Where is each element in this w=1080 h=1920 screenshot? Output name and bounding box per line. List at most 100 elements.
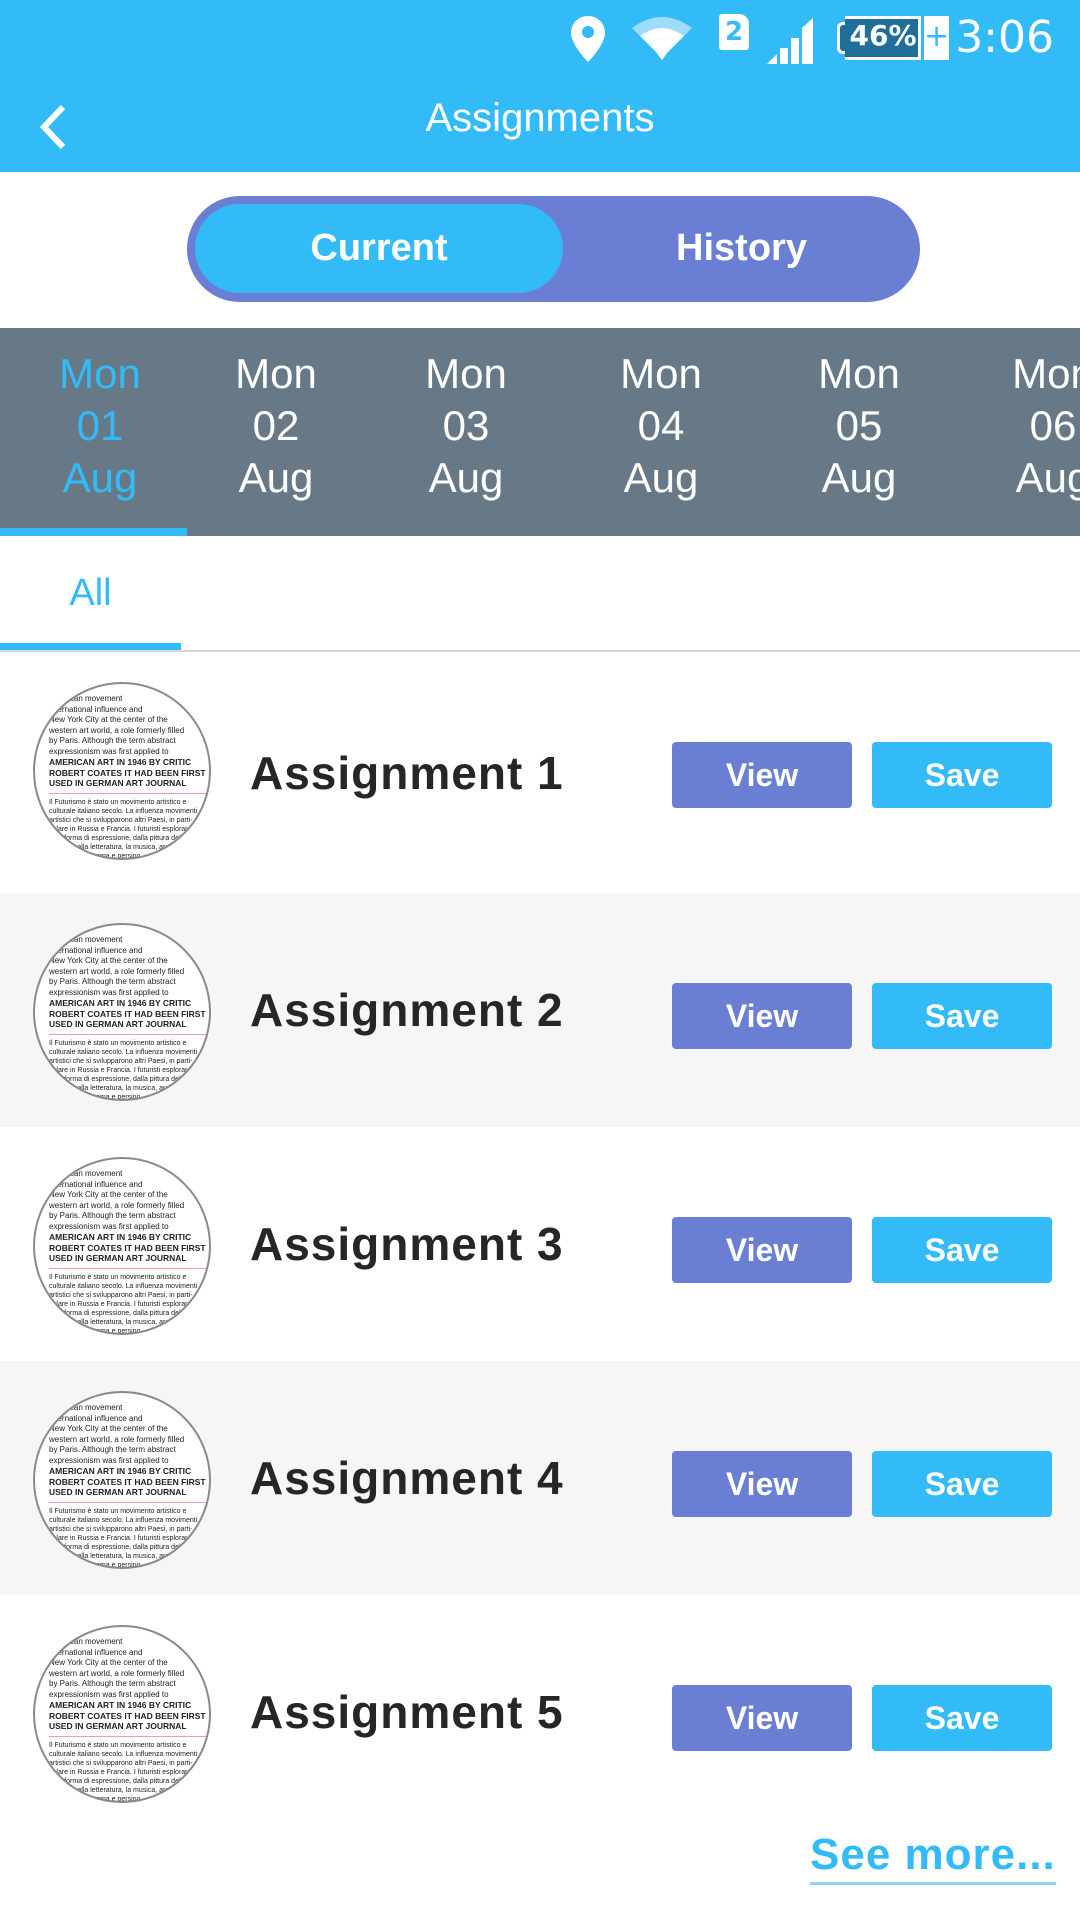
thumbnail-text-line: Il Futurismo è stato un movimento artist… xyxy=(49,1273,187,1281)
thumbnail-text-line: artistici che si svilupparono altri Paes… xyxy=(49,1525,193,1533)
thumbnail-text-line: artistici che si svilupparono altri Paes… xyxy=(49,1759,193,1767)
list-item: American movement international influence… xyxy=(0,893,1080,1127)
thumbnail-text-line: culturale italiano secolo. La influenza … xyxy=(49,1048,198,1056)
thumbnail-divider xyxy=(49,792,209,794)
thumbnail-text-line: AMERICAN ART IN 1946 BY CRITIC xyxy=(49,998,192,1008)
thumbnail-text-line: USED IN GERMAN ART JOURNAL xyxy=(49,1253,187,1263)
thumbnail-text-line: fotografia, il cinema e persino xyxy=(49,1093,141,1101)
thumbnail-divider xyxy=(49,1267,209,1269)
thumbnail-text-line: colare in Russia e Francia. I futuristi … xyxy=(49,1768,200,1776)
date-item-03[interactable]: Mon 03 Aug xyxy=(371,328,561,536)
assignment-thumbnail[interactable]: American movement international influence… xyxy=(33,682,211,860)
view-button[interactable]: View xyxy=(672,1685,852,1751)
thumbnail-text-line: New York City at the center of the xyxy=(49,1190,168,1199)
assignment-thumbnail[interactable]: American movement international influence… xyxy=(33,1625,211,1803)
tab-history[interactable]: History xyxy=(563,204,920,293)
thumbnail-text-line: scultura, alla letteratura, la musica, a… xyxy=(49,1084,195,1092)
thumbnail-text-line: USED IN GERMAN ART JOURNAL xyxy=(49,1721,187,1731)
thumbnail-text-line: American movement xyxy=(49,694,123,703)
date-item-02[interactable]: Mon 02 Aug xyxy=(181,328,371,536)
date-month: Aug xyxy=(623,454,699,501)
thumbnail-text-line: fotografia, il cinema e persino xyxy=(49,1327,141,1335)
date-month: Aug xyxy=(428,454,504,501)
thumbnail-text-line: scultura, alla letteratura, la musica, a… xyxy=(49,1552,195,1560)
assignment-title: Assignment 4 xyxy=(250,1452,564,1504)
thumbnail-text-line: New York City at the center of the xyxy=(49,715,168,724)
sim-2-icon: 2 xyxy=(719,14,749,50)
status-bar: 2 46% + 3:06 xyxy=(0,0,1080,82)
thumbnail-text-line: expressionism was first applied to xyxy=(49,746,169,756)
view-button[interactable]: View xyxy=(672,1217,852,1283)
tab-current[interactable]: Current xyxy=(195,204,563,293)
thumbnail-text-line: by Paris. Although the term abstract xyxy=(49,1679,176,1688)
page-title: Assignments xyxy=(425,96,655,140)
date-month: Aug xyxy=(1015,454,1080,501)
save-button[interactable]: Save xyxy=(872,1217,1052,1283)
thumbnail-text-line: by Paris. Although the term abstract xyxy=(49,736,176,745)
location-icon xyxy=(571,16,605,62)
date-day: Mon xyxy=(818,350,900,397)
save-button[interactable]: Save xyxy=(872,1451,1052,1517)
assignment-thumbnail[interactable]: American movement international influence… xyxy=(33,1157,211,1335)
thumbnail-text-line: AMERICAN ART IN 1946 BY CRITIC xyxy=(49,757,192,767)
thumbnail-text-line: colare in Russia e Francia. I futuristi … xyxy=(49,825,200,833)
thumbnail-text-line: fotografia, il cinema e persino xyxy=(49,1795,141,1803)
view-button[interactable]: View xyxy=(672,742,852,808)
thumbnail-text-line: expressionism was first applied to xyxy=(49,1455,169,1465)
app-bar: Assignments xyxy=(0,82,1080,172)
date-item-04[interactable]: Mon 04 Aug xyxy=(566,328,756,536)
thumbnail-divider xyxy=(49,1033,209,1035)
thumbnail-text-line: American movement xyxy=(49,1403,123,1412)
date-number: 03 xyxy=(442,402,490,449)
thumbnail-text-line: international influence and xyxy=(49,1413,143,1423)
date-number: 06 xyxy=(1029,402,1077,449)
thumbnail-text-line: ROBERT COATES IT HAD BEEN FIRST xyxy=(49,1710,206,1721)
date-item-06[interactable]: Mon 06 Aug xyxy=(958,328,1080,536)
thumbnail-text-line: by Paris. Although the term abstract xyxy=(49,977,176,986)
thumbnail-text-line: artistici che si svilupparono altri Paes… xyxy=(49,1291,193,1299)
thumbnail-text-line: colare in Russia e Francia. I futuristi … xyxy=(49,1066,200,1074)
list-item: American movement international influence… xyxy=(0,1361,1080,1595)
see-more-link[interactable]: See more... xyxy=(810,1830,1056,1885)
thumbnail-text-line: artistici che si svilupparono altri Paes… xyxy=(49,816,193,824)
thumbnail-text-line: scultura, alla letteratura, la musica, a… xyxy=(49,1318,195,1326)
thumbnail-text-line: western art world, a role formerly fille… xyxy=(49,1668,185,1678)
date-day: Mon xyxy=(59,350,141,397)
thumbnail-text-line: USED IN GERMAN ART JOURNAL xyxy=(49,778,187,788)
thumbnail-text-line: USED IN GERMAN ART JOURNAL xyxy=(49,1487,187,1497)
thumbnail-text-line: Il Futurismo è stato un movimento artist… xyxy=(49,1039,187,1047)
assignment-list: American movement international influence… xyxy=(0,652,1080,1829)
charging-icon: + xyxy=(924,16,949,60)
thumbnail-text-line: ogni forma di espressione, dalla pittura… xyxy=(49,1075,186,1083)
assignment-title: Assignment 5 xyxy=(250,1686,564,1738)
thumbnail-text-line: culturale italiano secolo. La influenza … xyxy=(49,1516,198,1524)
save-button[interactable]: Save xyxy=(872,1685,1052,1751)
date-month: Aug xyxy=(62,454,138,501)
date-item-05[interactable]: Mon 05 Aug xyxy=(764,328,954,536)
tab-all[interactable]: All xyxy=(0,536,181,650)
view-button[interactable]: View xyxy=(672,1451,852,1517)
save-button[interactable]: Save xyxy=(872,983,1052,1049)
thumbnail-text-line: Il Futurismo è stato un movimento artist… xyxy=(49,798,187,806)
date-month: Aug xyxy=(238,454,314,501)
thumbnail-text-line: culturale italiano secolo. La influenza … xyxy=(49,807,198,815)
thumbnail-text-line: colare in Russia e Francia. I futuristi … xyxy=(49,1534,200,1542)
view-button[interactable]: View xyxy=(672,983,852,1049)
list-item: American movement international influence… xyxy=(0,1595,1080,1829)
thumbnail-text-line: international influence and xyxy=(49,1647,143,1657)
thumbnail-text-line: colare in Russia e Francia. I futuristi … xyxy=(49,1300,200,1308)
selected-filter-indicator xyxy=(0,643,181,650)
save-button[interactable]: Save xyxy=(872,742,1052,808)
date-strip[interactable]: Mon 01 Aug Mon 02 Aug Mon 03 Aug Mon 04 … xyxy=(0,328,1080,536)
thumbnail-text-line: scultura, alla letteratura, la musica, a… xyxy=(49,843,195,851)
assignment-thumbnail[interactable]: American movement international influence… xyxy=(33,923,211,1101)
date-item-01[interactable]: Mon 01 Aug xyxy=(5,328,195,536)
assignment-thumbnail[interactable]: American movement international influence… xyxy=(33,1391,211,1569)
thumbnail-text-line: by Paris. Although the term abstract xyxy=(49,1445,176,1454)
thumbnail-text-line: ogni forma di espressione, dalla pittura… xyxy=(49,1309,186,1317)
thumbnail-text-line: expressionism was first applied to xyxy=(49,1689,169,1699)
filter-tabs: All xyxy=(0,536,1080,652)
thumbnail-text-line: ogni forma di espressione, dalla pittura… xyxy=(49,1543,186,1551)
assignment-title: Assignment 2 xyxy=(250,984,564,1036)
thumbnail-text-line: AMERICAN ART IN 1946 BY CRITIC xyxy=(49,1700,192,1710)
